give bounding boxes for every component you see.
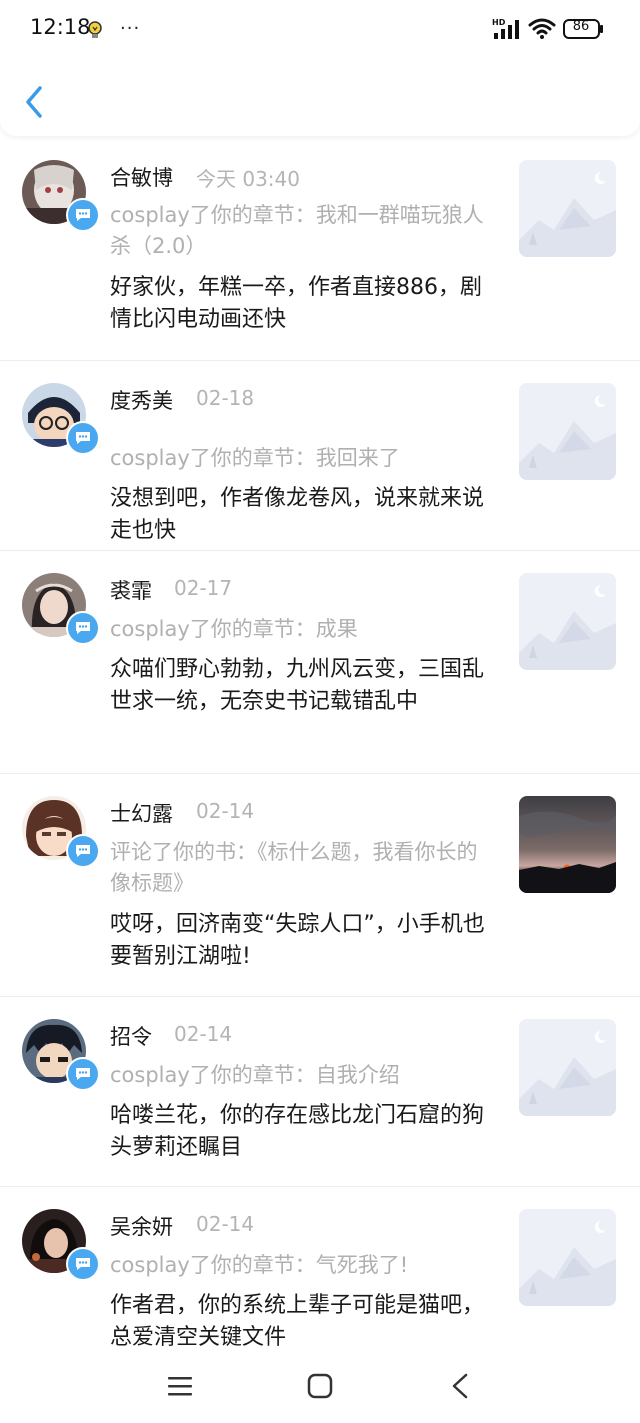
notification-item[interactable]: 招令 02-14 cosplay了你的章节：自我介绍 哈喽兰花，你的存在感比龙门… xyxy=(0,997,640,1187)
notification-item[interactable]: 合敏博 今天 03:40 cosplay了你的章节：我和一群喵玩狼人杀（2.0）… xyxy=(0,140,640,361)
status-bar: 12:18 ··· HD 86 xyxy=(0,0,640,58)
chapter-thumbnail[interactable] xyxy=(519,1209,616,1306)
back-icon[interactable] xyxy=(448,1369,472,1403)
message-badge-icon xyxy=(66,611,100,645)
home-icon[interactable] xyxy=(306,1371,334,1401)
notification-item[interactable]: 裘霏 02-17 cosplay了你的章节：成果 众喵们野心勃勃，九州风云变，三… xyxy=(0,551,640,774)
message-badge-icon xyxy=(66,421,100,455)
menu-icon[interactable] xyxy=(166,1371,194,1401)
action-text[interactable]: cosplay了你的章节：我和一群喵玩狼人杀（2.0） xyxy=(110,200,494,262)
action-text[interactable]: cosplay了你的章节：气死我了! xyxy=(110,1250,494,1281)
action-text[interactable]: cosplay了你的章节：我回来了 xyxy=(110,443,494,474)
system-nav-bar xyxy=(0,1355,640,1423)
chapter-thumbnail[interactable] xyxy=(519,160,616,257)
action-text[interactable]: cosplay了你的章节：自我介绍 xyxy=(110,1060,494,1091)
user-name[interactable]: 士幻露 xyxy=(110,798,173,828)
notification-time: 02-14 xyxy=(174,1022,233,1046)
chapter-thumbnail[interactable] xyxy=(519,573,616,670)
user-name[interactable]: 吴余妍 xyxy=(110,1211,173,1241)
notification-item[interactable]: 士幻露 02-14 评论了你的书：《标什么题，我看你长的像标题》 哎呀，回济南变… xyxy=(0,774,640,997)
header: 12:18 ··· HD 86 xyxy=(0,0,640,136)
comment-text[interactable]: 好家伙，年糕一卒，作者直接886，剧情比闪电动画还快 xyxy=(110,272,500,336)
wifi-icon xyxy=(528,18,556,39)
notification-time: 02-14 xyxy=(196,1212,255,1236)
hd-label: HD xyxy=(492,18,506,27)
action-text[interactable]: 评论了你的书：《标什么题，我看你长的像标题》 xyxy=(110,837,494,899)
message-badge-icon xyxy=(66,834,100,868)
user-name[interactable]: 裘霏 xyxy=(110,575,152,605)
message-badge-icon xyxy=(66,1247,100,1281)
notification-time: 今天 03:40 xyxy=(196,167,300,191)
notification-time: 02-14 xyxy=(196,799,255,823)
battery-level: 86 xyxy=(572,19,590,34)
user-name[interactable]: 度秀美 xyxy=(110,385,173,415)
notification-list: 合敏博 今天 03:40 cosplay了你的章节：我和一群喵玩狼人杀（2.0）… xyxy=(0,140,640,1387)
message-badge-icon xyxy=(66,198,100,232)
notification-time: 02-17 xyxy=(174,576,233,600)
signal-icon: HD xyxy=(492,18,519,39)
comment-text[interactable]: 作者君，你的系统上辈子可能是猫吧，总爱清空关键文件 xyxy=(110,1290,500,1354)
user-name[interactable]: 合敏博 xyxy=(110,162,173,192)
chapter-thumbnail[interactable] xyxy=(519,1019,616,1116)
notification-item[interactable]: 度秀美 02-18 cosplay了你的章节：我回来了 没想到吧，作者像龙卷风，… xyxy=(0,361,640,551)
comment-text[interactable]: 没想到吧，作者像龙卷风，说来就来说走也快 xyxy=(110,483,500,547)
chapter-thumbnail[interactable] xyxy=(519,383,616,480)
comment-text[interactable]: 哈喽兰花，你的存在感比龙门石窟的狗头萝莉还瞩目 xyxy=(110,1100,500,1164)
comment-text[interactable]: 哎呀，回济南变“失踪人口”，小手机也要暂别江湖啦! xyxy=(110,909,500,973)
action-text[interactable]: cosplay了你的章节：成果 xyxy=(110,614,494,645)
back-button[interactable] xyxy=(18,82,54,122)
status-time: 12:18 xyxy=(30,15,91,39)
more-dots-icon: ··· xyxy=(120,18,141,39)
lightbulb-icon xyxy=(88,21,102,38)
book-cover-thumbnail[interactable] xyxy=(519,796,616,893)
user-name[interactable]: 招令 xyxy=(110,1021,152,1051)
comment-text[interactable]: 众喵们野心勃勃，九州风云变，三国乱世求一统，无奈史书记载错乱中 xyxy=(110,654,500,718)
message-badge-icon xyxy=(66,1057,100,1091)
notification-time: 02-18 xyxy=(196,386,255,410)
